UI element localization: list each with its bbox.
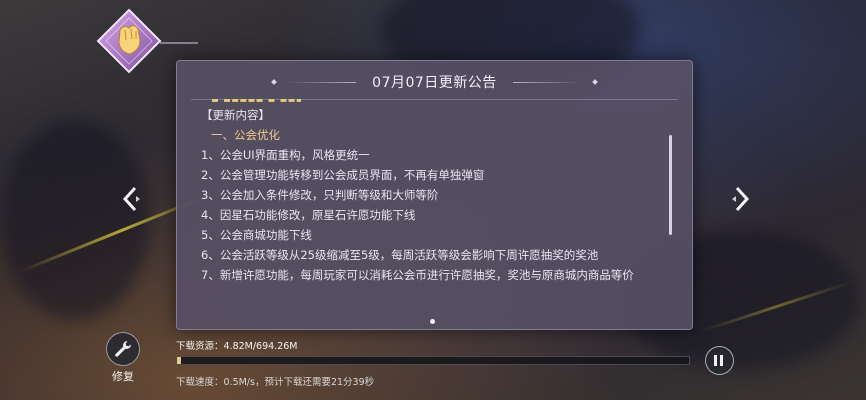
wrench-icon <box>115 341 131 357</box>
announcement-title: 07月07日更新公告 <box>372 75 497 91</box>
content-line: 3、公会加入条件修改，只判断等级和大师等阶 <box>201 188 439 202</box>
title-ornament <box>591 79 598 85</box>
page-indicator-dot[interactable] <box>430 319 435 324</box>
repair-button[interactable]: 修复 <box>105 332 141 384</box>
content-line: 5、公会商城功能下线 <box>201 228 312 242</box>
content-line: 1、公会UI界面重构，风格更统一 <box>201 148 370 162</box>
chevron-left-icon[interactable] <box>118 184 144 214</box>
clipped-line: ▪ ▪▪▪▪▪ ▪ ▪▪▪ <box>211 99 301 105</box>
announcement-header: 07月07日更新公告 <box>177 69 692 95</box>
download-progress-bar <box>176 356 690 365</box>
title-ornament <box>512 81 583 83</box>
download-speed-text: 下载速度：0.5M/s，预计下载还需要21分39秒 <box>176 377 375 388</box>
pause-button[interactable] <box>705 346 734 375</box>
repair-icon-circle <box>106 332 140 366</box>
section-heading: 一、公会优化 <box>211 128 280 142</box>
repair-label: 修复 <box>112 370 134 383</box>
content-line: 4、因星石功能修改，原星石许愿功能下线 <box>201 208 416 222</box>
download-resource-text: 下载资源：4.82M/694.26M <box>176 341 298 352</box>
content-line: 6、公会活跃等级从25级缩减至5级，每周活跃等级会影响下周许愿抽奖的奖池 <box>201 248 599 262</box>
fist-emblem-icon <box>96 8 162 74</box>
launcher-screen: 07月07日更新公告 ▪ ▪▪▪▪▪ ▪ ▪▪▪ 【更新内容】 一、公会优化 1… <box>0 0 866 400</box>
content-line: 【更新内容】 <box>201 108 270 122</box>
emblem-line <box>160 42 198 44</box>
background-shadow <box>0 120 150 320</box>
content-scrollbar[interactable] <box>669 135 672 235</box>
announcement-content[interactable]: ▪ ▪▪▪▪▪ ▪ ▪▪▪ 【更新内容】 一、公会优化 1、公会UI界面重构，风… <box>201 99 661 303</box>
title-ornament <box>286 81 357 83</box>
announcement-panel: 07月07日更新公告 ▪ ▪▪▪▪▪ ▪ ▪▪▪ 【更新内容】 一、公会优化 1… <box>176 60 693 330</box>
content-line: 2、公会管理功能转移到公会成员界面，不再有单独弹窗 <box>201 168 485 182</box>
content-line: 7、新增许愿功能，每周玩家可以消耗公会币进行许愿抽奖，奖池与原商城内商品等价 <box>201 268 634 282</box>
title-ornament <box>271 79 278 85</box>
chevron-right-icon[interactable] <box>728 184 754 214</box>
download-progress-fill <box>177 357 181 364</box>
